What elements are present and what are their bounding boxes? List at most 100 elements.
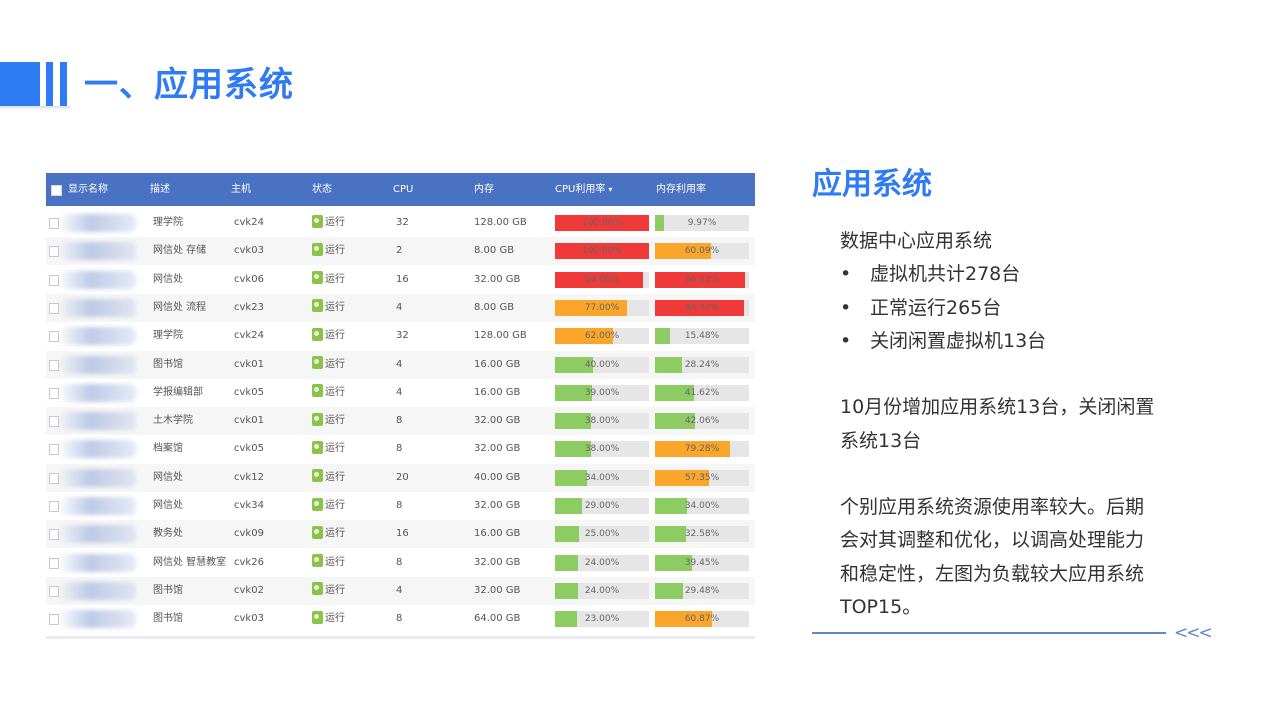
cpu-usage-label: 100.00% bbox=[581, 246, 623, 257]
row-checkbox[interactable] bbox=[49, 416, 59, 428]
col-display-name[interactable]: 显示名称 bbox=[68, 173, 108, 206]
vm-status-text: 运行 bbox=[325, 358, 345, 370]
vm-host: cvk23 bbox=[234, 301, 264, 313]
vm-status: 运行 bbox=[312, 379, 345, 407]
vm-memory: 32.00 GB bbox=[474, 584, 521, 596]
select-all-checkbox[interactable] bbox=[51, 185, 62, 196]
table-row[interactable]: 学报编辑部 cvk05 运行 4 16.00 GB 39.00% 41.62% bbox=[46, 379, 755, 407]
vm-description: 学报编辑部 bbox=[153, 386, 203, 398]
vm-status-text: 运行 bbox=[325, 273, 345, 285]
running-status-icon bbox=[312, 384, 323, 398]
col-cpu-usage[interactable]: CPU利用率 ▾ bbox=[555, 173, 612, 206]
summary-para1-line: 系统13台 bbox=[840, 430, 922, 452]
row-checkbox[interactable] bbox=[49, 557, 59, 569]
vm-cpu-count: 4 bbox=[396, 301, 403, 313]
cpu-usage-bar: 94.00% bbox=[555, 271, 649, 288]
memory-usage-label: 39.45% bbox=[684, 557, 720, 568]
col-description[interactable]: 描述 bbox=[150, 173, 170, 206]
vm-host: cvk26 bbox=[234, 556, 264, 568]
table-row[interactable]: 土木学院 cvk01 运行 8 32.00 GB 38.00% 42.06% bbox=[46, 407, 755, 436]
vm-cpu-count: 4 bbox=[396, 584, 403, 596]
table-row[interactable]: 理学院 cvk24 运行 32 128.00 GB 62.00% 15.48% bbox=[46, 322, 755, 350]
memory-usage-bar: 34.00% bbox=[655, 498, 749, 514]
vm-cpu-count: 32 bbox=[396, 217, 409, 228]
cpu-usage-label: 94.00% bbox=[584, 274, 620, 285]
row-checkbox[interactable] bbox=[49, 302, 59, 314]
vm-description: 网信处 存储 bbox=[153, 245, 207, 257]
row-checkbox[interactable] bbox=[49, 529, 59, 541]
col-memory[interactable]: 内存 bbox=[474, 173, 494, 206]
summary-para2-line: TOP15。 bbox=[840, 596, 922, 618]
row-checkbox[interactable] bbox=[49, 274, 59, 286]
table-row[interactable]: 网信处 流程 cvk23 运行 4 8.00 GB 77.00% 94.32% bbox=[46, 293, 755, 322]
table-row[interactable]: 图书馆 cvk01 运行 4 16.00 GB 40.00% 28.24% bbox=[46, 350, 755, 379]
row-checkbox[interactable] bbox=[49, 614, 59, 626]
vm-cpu-count: 20 bbox=[396, 471, 409, 483]
row-checkbox[interactable] bbox=[49, 218, 59, 229]
vm-memory: 32.00 GB bbox=[474, 415, 521, 427]
memory-usage-label: 34.00% bbox=[684, 501, 720, 511]
table-row[interactable]: 教务处 cvk09 运行 16 16.00 GB 25.00% 32.58% bbox=[46, 520, 755, 549]
vm-cpu-count: 8 bbox=[396, 415, 403, 427]
blurred-vm-name bbox=[60, 553, 136, 572]
blurred-vm-name bbox=[60, 214, 136, 232]
row-checkbox[interactable] bbox=[49, 444, 59, 456]
row-checkbox[interactable] bbox=[49, 359, 59, 371]
vm-status: 运行 bbox=[312, 407, 345, 435]
table-row[interactable]: 理学院 cvk24 运行 32 128.00 GB 100.00% 9.97% bbox=[46, 209, 755, 237]
vm-description: 图书馆 bbox=[153, 584, 183, 596]
vm-memory: 32.00 GB bbox=[474, 556, 521, 568]
blurred-vm-name bbox=[60, 383, 136, 402]
table-row[interactable]: 图书馆 cvk02 运行 4 32.00 GB 24.00% 29.48% bbox=[46, 576, 755, 605]
running-status-icon bbox=[312, 525, 323, 539]
col-status[interactable]: 状态 bbox=[312, 173, 332, 206]
table-row[interactable]: 档案馆 cvk05 运行 8 32.00 GB 38.00% 79.28% bbox=[46, 435, 755, 463]
vm-host: cvk01 bbox=[234, 358, 264, 370]
memory-usage-bar: 60.87% bbox=[655, 611, 749, 628]
vm-status-text: 运行 bbox=[325, 245, 345, 257]
memory-usage-label: 41.62% bbox=[684, 387, 720, 398]
row-checkbox[interactable] bbox=[49, 246, 59, 258]
table-row[interactable]: 网信处 cvk34 运行 8 32.00 GB 29.00% 34.00% bbox=[46, 492, 755, 520]
cpu-usage-label: 24.00% bbox=[584, 585, 620, 596]
summary-para2-line: 个别应用系统资源使用率较大。后期 bbox=[840, 496, 1145, 518]
vm-cpu-count: 4 bbox=[396, 386, 403, 398]
col-memory-usage[interactable]: 内存利用率 bbox=[656, 173, 706, 206]
row-checkbox[interactable] bbox=[49, 472, 59, 484]
vm-description: 理学院 bbox=[153, 330, 183, 342]
chevron-left-icon: <<< bbox=[1174, 623, 1213, 643]
cpu-usage-label: 34.00% bbox=[584, 472, 620, 483]
cpu-usage-bar: 24.00% bbox=[555, 554, 649, 571]
vm-host: cvk06 bbox=[234, 273, 264, 285]
row-checkbox[interactable] bbox=[49, 387, 59, 399]
summary-bullet: • 关闭闲置虚拟机13台 bbox=[840, 325, 1046, 358]
running-status-icon bbox=[312, 214, 323, 228]
memory-usage-bar: 57.35% bbox=[655, 469, 749, 486]
row-checkbox[interactable] bbox=[49, 331, 59, 343]
cpu-usage-label: 29.00% bbox=[584, 501, 620, 511]
vm-status: 运行 bbox=[312, 549, 345, 577]
cpu-usage-label: 24.00% bbox=[584, 557, 620, 568]
summary-bullet-text: 正常运行265台 bbox=[870, 297, 1002, 319]
row-checkbox[interactable] bbox=[49, 501, 59, 512]
table-row[interactable]: 网信处 cvk12 运行 20 40.00 GB 34.00% 57.35% bbox=[46, 463, 755, 492]
vm-status: 运行 bbox=[312, 351, 345, 379]
cpu-usage-label: 77.00% bbox=[584, 302, 620, 313]
col-cpu[interactable]: CPU bbox=[393, 173, 413, 206]
table-row[interactable]: 网信处 智慧教室 cvk26 运行 8 32.00 GB 24.00% 39.45% bbox=[46, 549, 755, 577]
vm-description: 理学院 bbox=[153, 217, 183, 228]
col-host[interactable]: 主机 bbox=[231, 173, 251, 206]
vm-cpu-count: 8 bbox=[396, 556, 403, 568]
table-row[interactable]: 网信处 存储 cvk03 运行 2 8.00 GB 100.00% 60.09% bbox=[46, 237, 755, 266]
cpu-usage-bar: 25.00% bbox=[555, 526, 649, 543]
row-checkbox[interactable] bbox=[49, 585, 59, 597]
table-row[interactable]: 网信处 cvk06 运行 16 32.00 GB 94.00% 96.22% bbox=[46, 266, 755, 294]
cpu-usage-label: 39.00% bbox=[584, 387, 620, 398]
table-row[interactable]: 图书馆 cvk03 运行 8 64.00 GB 23.00% 60.87% bbox=[46, 605, 755, 633]
vm-description: 网信处 bbox=[153, 500, 183, 511]
memory-usage-label: 42.06% bbox=[684, 416, 720, 427]
vm-status: 运行 bbox=[312, 605, 345, 633]
vm-host: cvk12 bbox=[234, 471, 264, 483]
vm-status: 运行 bbox=[312, 492, 345, 520]
blurred-vm-name bbox=[60, 412, 136, 431]
